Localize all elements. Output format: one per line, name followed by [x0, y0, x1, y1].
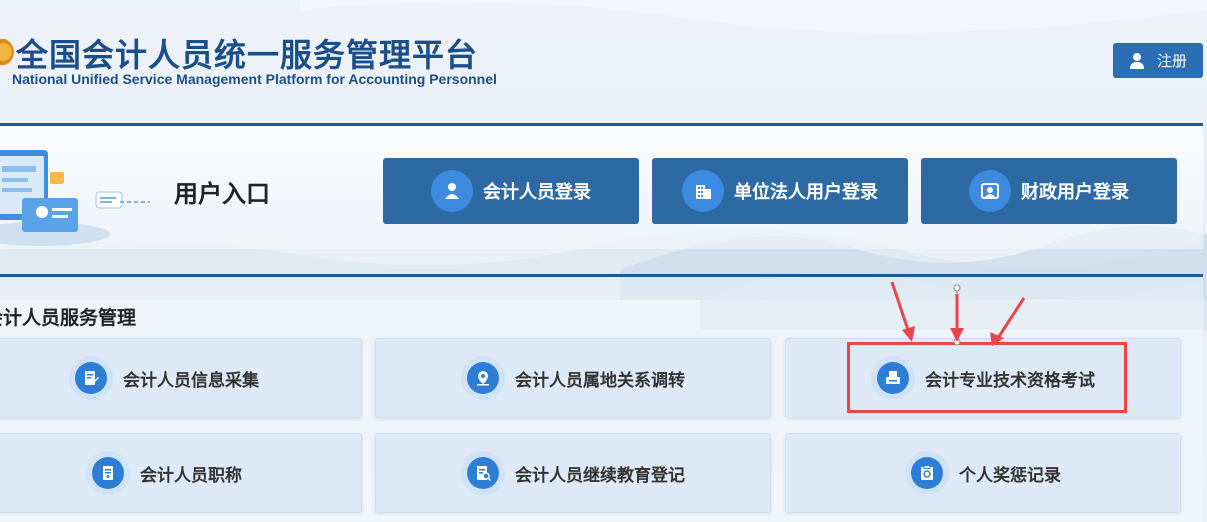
service-label: 会计人员属地关系调转: [515, 370, 685, 391]
platform-logo-icon: [0, 38, 14, 66]
entry-illustration-icon: [0, 150, 150, 246]
title-document-icon: [86, 451, 130, 495]
services-heading: 会计人员服务管理: [0, 307, 137, 329]
user-icon: [1129, 52, 1145, 69]
site-title: 全国会计人员统一服务管理平台: [16, 36, 479, 74]
record-icon: [905, 451, 949, 495]
edit-document-icon: [69, 356, 113, 400]
service-label: 会计人员信息采集: [123, 370, 259, 391]
service-label: 会计人员职称: [140, 465, 242, 486]
service-info-collection[interactable]: 会计人员信息采集: [0, 338, 362, 418]
register-label: 注册: [1156, 52, 1187, 70]
user-icon: [431, 170, 473, 212]
search-document-icon: [461, 451, 505, 495]
site-subtitle: National Unified Service Management Plat…: [12, 71, 497, 87]
entity-login-label: 单位法人用户登录: [734, 182, 878, 203]
entity-login-button[interactable]: 单位法人用户登录: [652, 158, 908, 224]
service-label: 会计人员继续教育登记: [515, 465, 685, 486]
id-card-icon: [969, 170, 1011, 212]
service-continuing-education[interactable]: 会计人员继续教育登记: [375, 433, 771, 513]
service-label: 个人奖惩记录: [959, 465, 1061, 486]
site-header: 全国会计人员统一服务管理平台 National Unified Service …: [0, 0, 1207, 120]
service-reward-record[interactable]: 个人奖惩记录: [785, 433, 1181, 513]
user-entry-title: 用户入口: [174, 180, 270, 208]
annotation-arrows-icon: [890, 281, 1026, 346]
service-location-transfer[interactable]: 会计人员属地关系调转: [375, 338, 771, 418]
accountant-login-button[interactable]: 会计人员登录: [383, 158, 639, 224]
building-icon: [682, 170, 724, 212]
finance-login-label: 财政用户登录: [1021, 182, 1129, 203]
location-pin-icon: [461, 356, 505, 400]
highlight-box: [847, 342, 1127, 413]
accountant-login-label: 会计人员登录: [483, 182, 591, 203]
service-professional-title[interactable]: 会计人员职称: [0, 433, 362, 513]
finance-login-button[interactable]: 财政用户登录: [921, 158, 1177, 224]
register-button[interactable]: 注册: [1113, 43, 1203, 78]
user-entry-panel: 用户入口 会计人员登录 单位法人用户登录 财政用户登录: [0, 123, 1203, 249]
